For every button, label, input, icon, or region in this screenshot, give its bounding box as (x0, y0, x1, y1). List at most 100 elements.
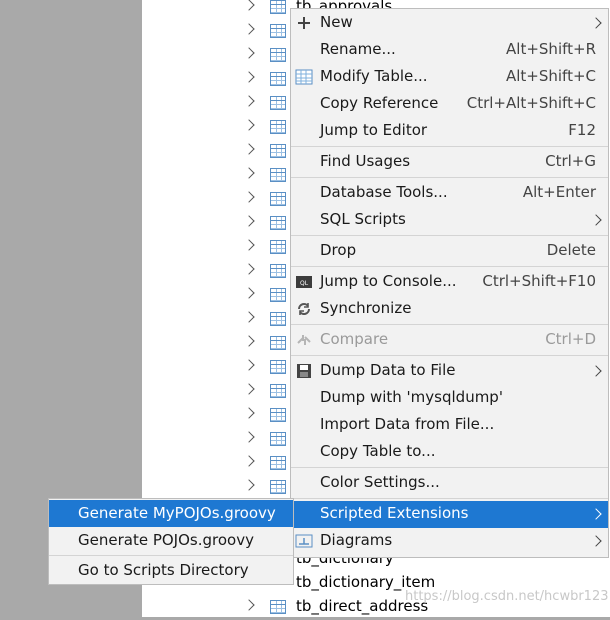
chevron-right-icon[interactable] (243, 239, 255, 251)
table-icon (270, 336, 286, 350)
menu-item-copy-table-to[interactable]: Copy Table to... (291, 439, 608, 466)
submenu-item-go-to-scripts-directory[interactable]: Go to Scripts Directory (49, 557, 293, 584)
menu-item-copy-reference[interactable]: Copy Reference Ctrl+Alt+Shift+C (291, 91, 608, 118)
menu-item-label: Copy Reference (320, 94, 439, 112)
chevron-right-icon[interactable] (243, 359, 255, 371)
chevron-right-icon[interactable] (243, 479, 255, 491)
table-icon (270, 312, 286, 326)
menu-item-label: New (320, 13, 353, 31)
chevron-right-icon[interactable] (243, 407, 255, 419)
chevron-right-icon[interactable] (243, 47, 255, 59)
chevron-right-icon[interactable] (243, 431, 255, 443)
menu-item-compare[interactable]: Compare Ctrl+D (291, 327, 608, 354)
submenu-item-generate-mypojos[interactable]: Generate MyPOJOs.groovy (49, 500, 293, 527)
chevron-right-icon[interactable] (243, 335, 255, 347)
chevron-right-icon[interactable] (243, 0, 255, 11)
menu-item-label: Copy Table to... (320, 442, 436, 460)
menu-separator (291, 467, 608, 468)
menu-separator (291, 355, 608, 356)
menu-item-drop[interactable]: Drop Delete (291, 238, 608, 265)
menu-item-shortcut: Ctrl+G (545, 152, 596, 170)
menu-item-jump-to-editor[interactable]: Jump to Editor F12 (291, 118, 608, 145)
menu-item-find-usages[interactable]: Find Usages Ctrl+G (291, 149, 608, 176)
menu-item-sql-scripts[interactable]: SQL Scripts (291, 207, 608, 234)
menu-item-color-settings[interactable]: Color Settings... (291, 470, 608, 497)
menu-item-label: Jump to Console... (320, 272, 457, 290)
chevron-right-icon[interactable] (243, 599, 255, 611)
menu-item-shortcut: Alt+Shift+R (506, 40, 596, 58)
menu-item-label: Find Usages (320, 152, 411, 170)
menu-item-label: Scripted Extensions (320, 504, 469, 522)
table-icon (270, 48, 286, 62)
menu-separator (49, 555, 293, 556)
menu-item-label: Synchronize (320, 299, 412, 317)
context-menu: New Rename... Alt+Shift+R Modify Table..… (290, 8, 609, 558)
menu-item-dump-data-to-file[interactable]: Dump Data to File (291, 358, 608, 385)
menu-item-shortcut: Ctrl+D (545, 330, 596, 348)
chevron-right-icon[interactable] (243, 23, 255, 35)
chevron-right-icon[interactable] (243, 191, 255, 203)
table-icon (270, 96, 286, 110)
chevron-right-icon (590, 508, 602, 520)
table-icon (270, 432, 286, 446)
compare-icon (295, 331, 313, 349)
table-icon (270, 192, 286, 206)
table-icon (270, 408, 286, 422)
table-icon (270, 216, 286, 230)
chevron-right-icon[interactable] (243, 215, 255, 227)
submenu-item-label: Generate POJOs.groovy (78, 531, 254, 549)
chevron-right-icon[interactable] (243, 311, 255, 323)
menu-item-database-tools[interactable]: Database Tools... Alt+Enter (291, 180, 608, 207)
chevron-right-icon (590, 214, 602, 226)
chevron-right-icon[interactable] (243, 287, 255, 299)
save-icon (295, 362, 313, 380)
menu-item-shortcut: Ctrl+Shift+F10 (482, 272, 596, 290)
chevron-right-icon[interactable] (243, 455, 255, 467)
chevron-right-icon[interactable] (243, 119, 255, 131)
svg-text:QL: QL (300, 280, 309, 287)
scripted-extensions-submenu: Generate MyPOJOs.groovy Generate POJOs.g… (48, 498, 294, 585)
menu-item-synchronize[interactable]: Synchronize (291, 296, 608, 323)
table-icon (270, 288, 286, 302)
table-icon (270, 456, 286, 470)
chevron-right-icon[interactable] (243, 143, 255, 155)
table-icon (270, 360, 286, 374)
menu-item-shortcut: Alt+Shift+C (505, 67, 596, 85)
table-icon (270, 168, 286, 182)
menu-item-label: Dump with 'mysqldump' (320, 388, 503, 406)
menu-item-shortcut: Ctrl+Alt+Shift+C (466, 94, 596, 112)
table-icon (270, 480, 286, 494)
chevron-right-icon[interactable] (243, 383, 255, 395)
chevron-right-icon (590, 17, 602, 29)
menu-item-rename[interactable]: Rename... Alt+Shift+R (291, 37, 608, 64)
menu-item-label: Dump Data to File (320, 361, 456, 379)
menu-item-import-data-from-file[interactable]: Import Data from File... (291, 412, 608, 439)
menu-separator (291, 177, 608, 178)
menu-item-jump-to-console[interactable]: QL Jump to Console... Ctrl+Shift+F10 (291, 269, 608, 296)
submenu-item-label: Generate MyPOJOs.groovy (78, 504, 276, 522)
menu-separator (291, 146, 608, 147)
menu-item-dump-with-mysqldump[interactable]: Dump with 'mysqldump' (291, 385, 608, 412)
chevron-right-icon[interactable] (243, 167, 255, 179)
table-icon (270, 72, 286, 86)
table-icon (270, 24, 286, 38)
menu-item-new[interactable]: New (291, 10, 608, 37)
menu-item-modify-table[interactable]: Modify Table... Alt+Shift+C (291, 64, 608, 91)
submenu-item-label: Go to Scripts Directory (78, 561, 249, 579)
plus-icon (295, 14, 313, 32)
menu-item-diagrams[interactable]: Diagrams (291, 528, 608, 555)
chevron-right-icon[interactable] (243, 263, 255, 275)
menu-item-label: SQL Scripts (320, 210, 406, 228)
submenu-item-generate-pojos[interactable]: Generate POJOs.groovy (49, 527, 293, 554)
menu-item-label: Drop (320, 241, 357, 259)
menu-item-scripted-extensions[interactable]: Scripted Extensions (291, 501, 608, 528)
menu-separator (291, 324, 608, 325)
menu-item-shortcut: Delete (546, 241, 596, 259)
menu-item-shortcut: Alt+Enter (522, 183, 596, 201)
menu-separator (291, 235, 608, 236)
chevron-right-icon[interactable] (243, 71, 255, 83)
console-icon: QL (295, 273, 313, 291)
table-icon (270, 240, 286, 254)
chevron-right-icon[interactable] (243, 95, 255, 107)
menu-item-label: Rename... (320, 40, 396, 58)
